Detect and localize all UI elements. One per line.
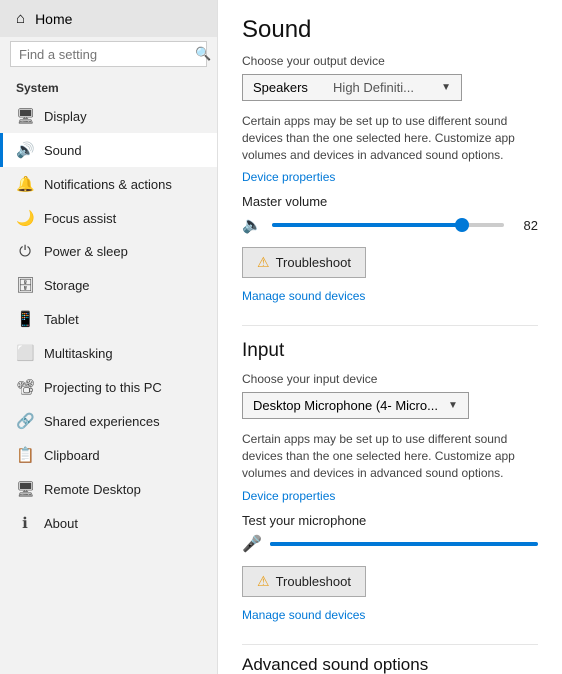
tablet-icon: 📱 — [16, 310, 34, 328]
shared-icon: 🔗 — [16, 412, 34, 430]
input-section-label: Choose your input device — [242, 372, 538, 386]
input-device-name: Desktop Microphone (4- Micro... — [253, 398, 438, 413]
warning-icon-input: ⚠ — [257, 573, 270, 590]
volume-slider-track[interactable] — [272, 223, 504, 227]
volume-value: 82 — [514, 218, 538, 233]
notifications-icon: 🔔 — [16, 175, 34, 193]
search-icon: 🔍 — [195, 46, 211, 62]
sidebar-item-about[interactable]: ℹ About — [0, 506, 217, 540]
page-title: Sound — [242, 16, 538, 44]
focus-icon: 🌙 — [16, 209, 34, 227]
output-device-properties-link[interactable]: Device properties — [242, 170, 335, 184]
sidebar-item-label: Clipboard — [44, 448, 100, 463]
sound-icon: 🔊 — [16, 141, 34, 159]
sidebar-item-storage[interactable]: 🗄 Storage — [0, 268, 217, 302]
advanced-section: Advanced sound options 🔧 App volume and … — [242, 655, 538, 674]
search-box[interactable]: 🔍 — [10, 41, 207, 67]
section-divider — [242, 325, 538, 326]
mic-level-row: 🎤 — [242, 534, 538, 554]
output-troubleshoot-button[interactable]: ⚠ Troubleshoot — [242, 247, 366, 278]
sidebar-home-label: Home — [35, 11, 72, 27]
advanced-title: Advanced sound options — [242, 655, 538, 674]
input-device-properties-link[interactable]: Device properties — [242, 489, 335, 503]
home-icon: ⌂ — [16, 10, 25, 27]
remote-icon: 🖥 — [16, 480, 34, 498]
sidebar-item-focus[interactable]: 🌙 Focus assist — [0, 201, 217, 235]
input-device-dropdown[interactable]: Desktop Microphone (4- Micro... ▼ — [242, 392, 469, 419]
about-icon: ℹ — [16, 514, 34, 532]
input-troubleshoot-button[interactable]: ⚠ Troubleshoot — [242, 566, 366, 597]
mic-level-fill — [270, 542, 318, 546]
sidebar-item-label: Remote Desktop — [44, 482, 141, 497]
output-section-label: Choose your output device — [242, 54, 538, 68]
volume-row: 🔈 82 — [242, 215, 538, 235]
output-device-dropdown[interactable]: Speakers High Definiti... ▼ — [242, 74, 462, 101]
sidebar-item-label: Notifications & actions — [44, 177, 172, 192]
sidebar-item-label: About — [44, 516, 78, 531]
input-manage-devices-link[interactable]: Manage sound devices — [242, 608, 365, 622]
sidebar-item-label: Projecting to this PC — [44, 380, 162, 395]
output-device-detail: High Definiti... — [333, 80, 414, 95]
dropdown-chevron-icon: ▼ — [441, 82, 451, 93]
sidebar-item-notifications[interactable]: 🔔 Notifications & actions — [0, 167, 217, 201]
sidebar-item-remote[interactable]: 🖥 Remote Desktop — [0, 472, 217, 506]
multitasking-icon: ⬜ — [16, 344, 34, 362]
sidebar-item-label: Storage — [44, 278, 90, 293]
main-content: Sound Choose your output device Speakers… — [218, 0, 562, 674]
sidebar-home[interactable]: ⌂ Home — [0, 0, 217, 37]
volume-slider-fill — [272, 223, 462, 227]
input-info-text: Certain apps may be set up to use differ… — [242, 431, 538, 481]
clipboard-icon: 📋 — [16, 446, 34, 464]
sidebar-item-label: Power & sleep — [44, 244, 128, 259]
input-section-header: Input — [242, 336, 538, 362]
sidebar-item-label: Multitasking — [44, 346, 113, 361]
sidebar-item-label: Focus assist — [44, 211, 116, 226]
output-info-text: Certain apps may be set up to use differ… — [242, 113, 538, 163]
output-device-name: Speakers — [253, 80, 308, 95]
sidebar-item-display[interactable]: 🖥 Display — [0, 99, 217, 133]
sidebar-item-sound[interactable]: 🔊 Sound — [0, 133, 217, 167]
sidebar: ⌂ Home 🔍 System 🖥 Display 🔊 Sound 🔔 Noti… — [0, 0, 218, 674]
volume-slider-thumb[interactable] — [455, 218, 469, 232]
master-volume-label: Master volume — [242, 194, 538, 209]
sidebar-item-label: Shared experiences — [44, 414, 160, 429]
sidebar-item-label: Sound — [44, 143, 82, 158]
sidebar-item-label: Display — [44, 109, 87, 124]
sidebar-item-clipboard[interactable]: 📋 Clipboard — [0, 438, 217, 472]
system-label: System — [0, 75, 217, 99]
speaker-icon: 🔈 — [242, 215, 262, 235]
sidebar-item-power[interactable]: ⏻ Power & sleep — [0, 235, 217, 268]
advanced-divider — [242, 644, 538, 645]
sidebar-item-tablet[interactable]: 📱 Tablet — [0, 302, 217, 336]
power-icon: ⏻ — [16, 243, 34, 260]
projecting-icon: 📽 — [16, 378, 34, 396]
input-troubleshoot-label: Troubleshoot — [276, 574, 351, 589]
sidebar-item-multitasking[interactable]: ⬜ Multitasking — [0, 336, 217, 370]
storage-icon: 🗄 — [16, 276, 34, 294]
input-dropdown-chevron-icon: ▼ — [448, 400, 458, 411]
sidebar-item-projecting[interactable]: 📽 Projecting to this PC — [0, 370, 217, 404]
test-mic-label: Test your microphone — [242, 513, 538, 528]
warning-icon: ⚠ — [257, 254, 270, 271]
sidebar-item-shared[interactable]: 🔗 Shared experiences — [0, 404, 217, 438]
output-troubleshoot-label: Troubleshoot — [276, 255, 351, 270]
output-manage-devices-link[interactable]: Manage sound devices — [242, 289, 365, 303]
display-icon: 🖥 — [16, 107, 34, 125]
sidebar-item-label: Tablet — [44, 312, 79, 327]
mic-icon: 🎤 — [242, 534, 262, 554]
search-input[interactable] — [19, 47, 195, 62]
mic-level-track — [270, 542, 538, 546]
